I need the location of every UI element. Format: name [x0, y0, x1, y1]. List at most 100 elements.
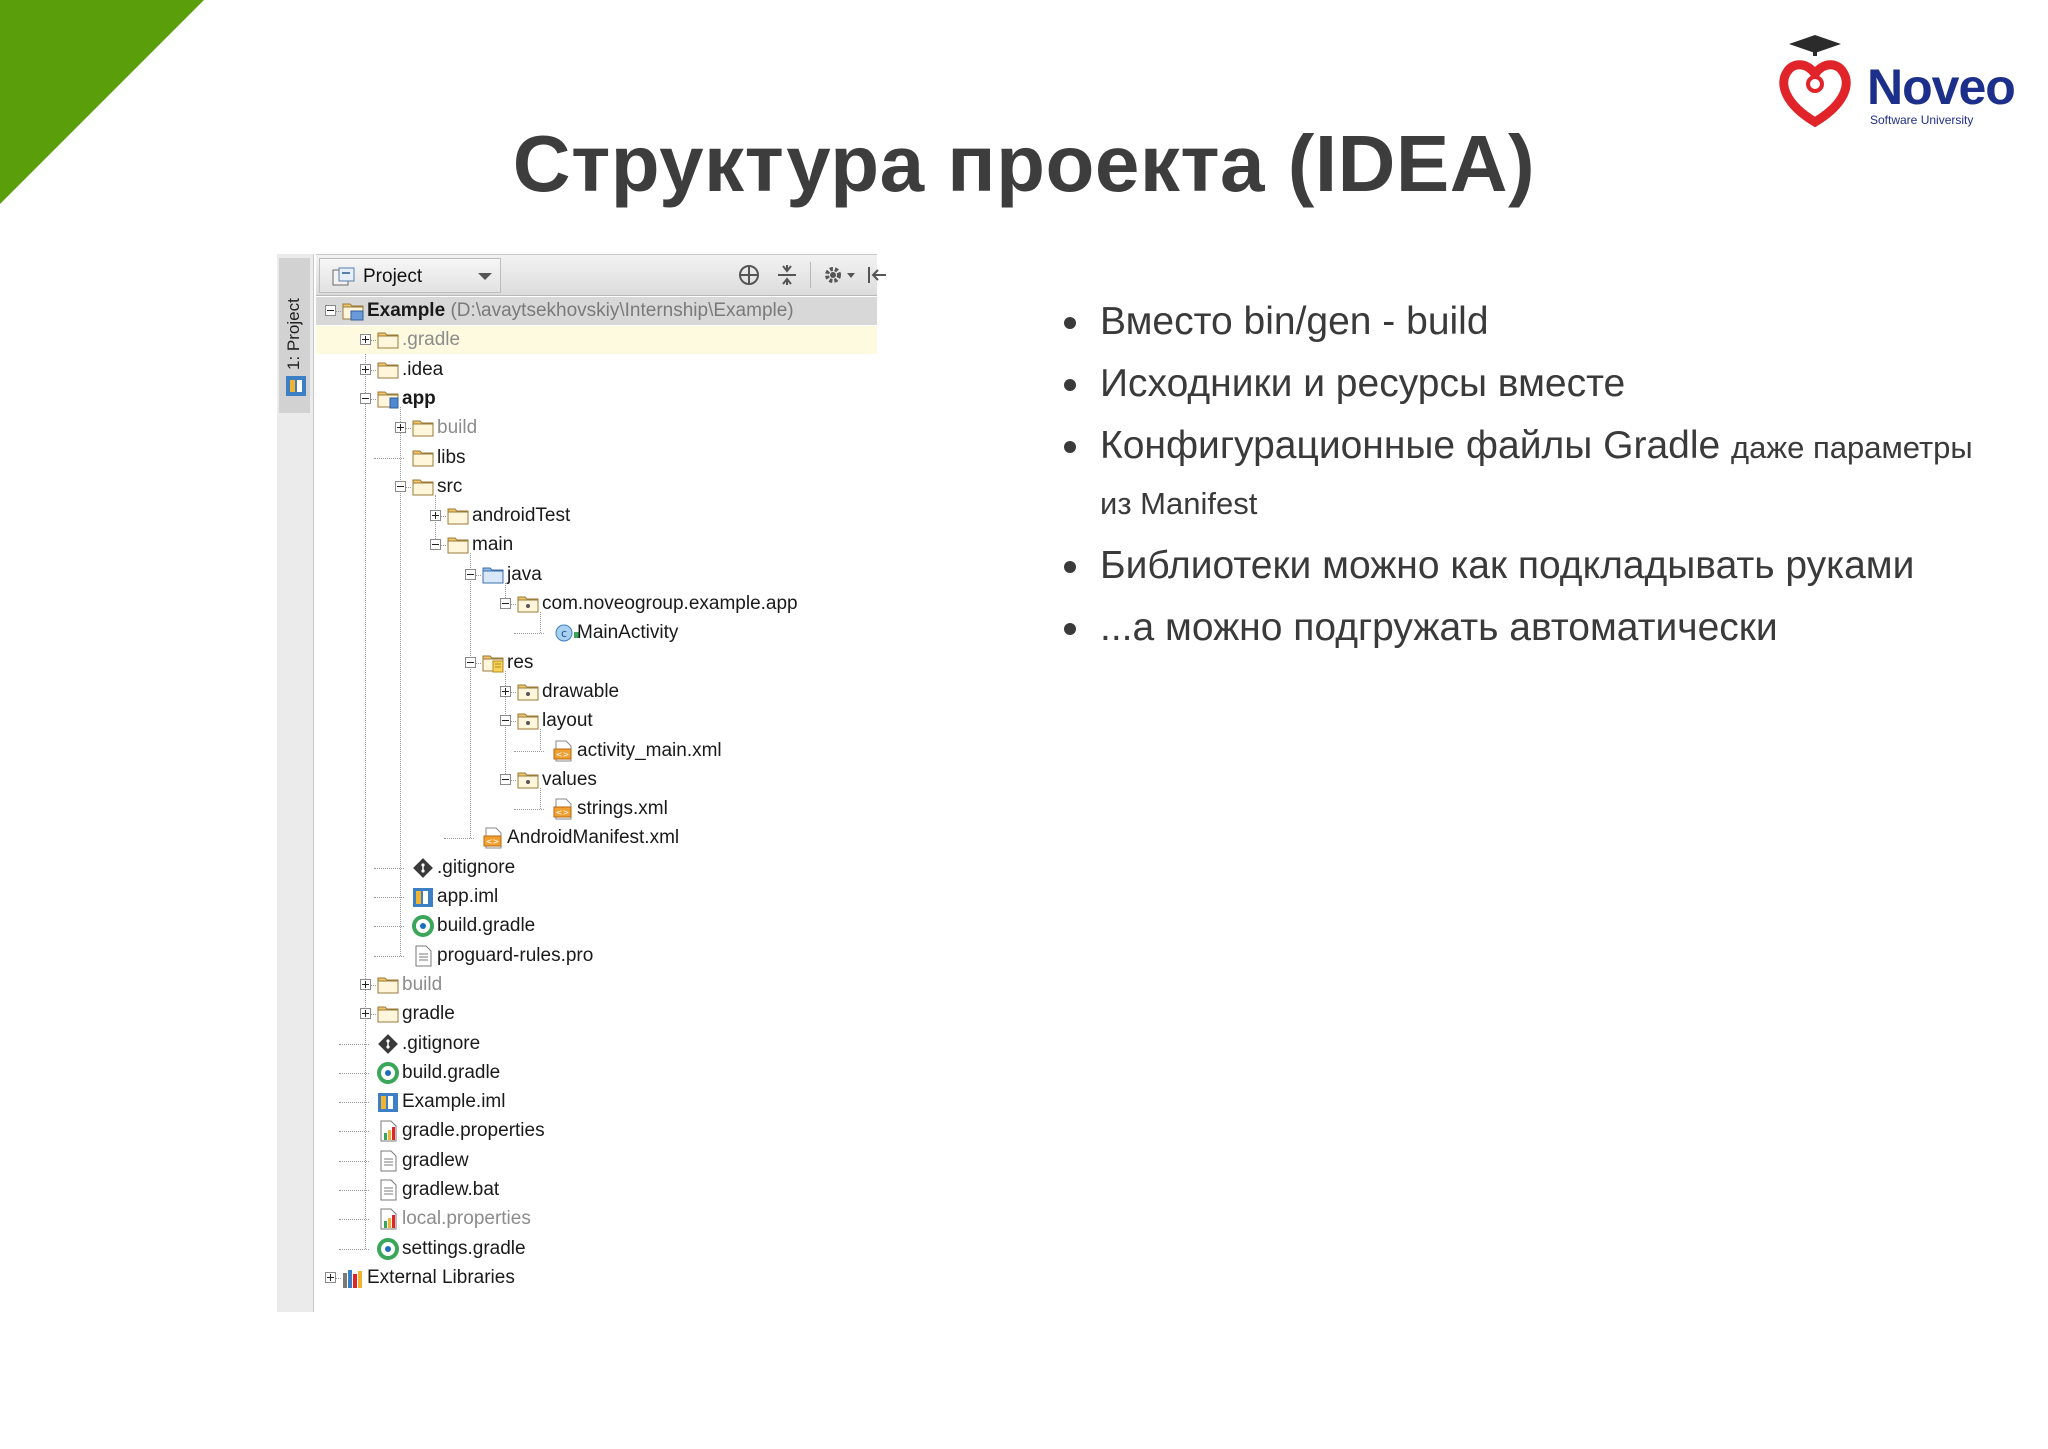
- bullet-list: Вместо bin/gen - build Исходники и ресур…: [1058, 295, 1988, 663]
- gradle-icon: [412, 915, 434, 937]
- tree-node[interactable]: build.gradle: [316, 912, 877, 940]
- tree-node[interactable]: src: [316, 473, 877, 501]
- folder-icon: [377, 1006, 399, 1023]
- tree-node[interactable]: gradlew.bat: [316, 1176, 877, 1204]
- tree-node[interactable]: c MainActivity: [316, 619, 877, 647]
- bullet-item: ...а можно подгружать автоматически: [1058, 601, 1988, 655]
- tree-node-label: main: [472, 534, 514, 555]
- tree-node[interactable]: .gitignore: [316, 1030, 877, 1058]
- tree-node[interactable]: gradlew: [316, 1147, 877, 1175]
- tree-node-label: settings.gradle: [402, 1238, 526, 1259]
- expand-icon[interactable]: [360, 1008, 371, 1019]
- project-toolbar: Project: [316, 254, 886, 296]
- expand-icon[interactable]: [360, 334, 371, 345]
- tree-node[interactable]: values: [316, 766, 877, 794]
- tree-node[interactable]: java: [316, 561, 877, 589]
- expand-icon[interactable]: [430, 510, 441, 521]
- view-selector-label: Project: [363, 266, 423, 287]
- tree-node[interactable]: External Libraries: [316, 1264, 877, 1292]
- tree-node[interactable]: build.gradle: [316, 1059, 877, 1087]
- tree-node-label: build.gradle: [437, 915, 536, 936]
- tree-node[interactable]: .gradle: [316, 326, 877, 354]
- noveo-logo: Noveo Software University: [1775, 32, 2025, 132]
- tree-node[interactable]: androidTest: [316, 502, 877, 530]
- tool-window-stripe: 1: Project: [277, 254, 314, 1312]
- project-tool-tab[interactable]: 1: Project: [279, 258, 310, 413]
- expand-icon[interactable]: [325, 1272, 336, 1283]
- logo-subtitle: Software University: [1870, 113, 1974, 127]
- tree-node[interactable]: Example (D:\avaytsekhovskiy\Internship\E…: [316, 297, 877, 325]
- tree-node[interactable]: main: [316, 531, 877, 559]
- tree-node-label: .gitignore: [402, 1033, 481, 1054]
- git-icon: [378, 1034, 398, 1054]
- package-icon: [517, 596, 539, 613]
- expand-icon[interactable]: [360, 979, 371, 990]
- tree-node-label: MainActivity: [577, 622, 679, 643]
- tree-node[interactable]: build: [316, 971, 877, 999]
- bullet-item: Конфигурационные файлы Gradle даже парам…: [1058, 419, 1988, 531]
- tree-node[interactable]: proguard-rules.pro: [316, 942, 877, 970]
- tree-node-label: .idea: [402, 359, 444, 380]
- collapse-icon[interactable]: [500, 598, 511, 609]
- tree-node[interactable]: .gitignore: [316, 854, 877, 882]
- tree-connector: [374, 926, 404, 927]
- project-tool-tab-label: 1: Project: [284, 298, 303, 370]
- collapse-icon[interactable]: [430, 539, 441, 550]
- tree-node[interactable]: build: [316, 414, 877, 442]
- tree-node[interactable]: app: [316, 385, 877, 413]
- expand-icon[interactable]: [360, 364, 371, 375]
- folder-icon: [377, 332, 399, 349]
- folder-icon: [447, 508, 469, 525]
- settings-icon[interactable]: [821, 263, 857, 287]
- bullet-text: Конфигурационные файлы Gradle: [1100, 424, 1721, 467]
- tree-connector: [374, 458, 404, 459]
- tree-connector: [514, 633, 544, 634]
- collapse-icon[interactable]: [465, 569, 476, 580]
- collapse-icon[interactable]: [500, 774, 511, 785]
- expand-icon[interactable]: [395, 422, 406, 433]
- tree-node[interactable]: drawable: [316, 678, 877, 706]
- folder-icon: [447, 537, 469, 554]
- tree-node-label: androidTest: [472, 505, 571, 526]
- scroll-from-source-icon[interactable]: [736, 263, 762, 287]
- tree-node-label: res: [507, 652, 534, 673]
- tree-node-label: activity_main.xml: [577, 740, 722, 761]
- tree-node[interactable]: settings.gradle: [316, 1235, 877, 1263]
- tree-node[interactable]: layout: [316, 707, 877, 735]
- tree-node[interactable]: gradle: [316, 1000, 877, 1028]
- tree-node[interactable]: .idea: [316, 356, 877, 384]
- collapse-all-icon[interactable]: [774, 263, 800, 287]
- tree-node-label: build: [402, 974, 443, 995]
- project-path: (D:\avaytsekhovskiy\Internship\Example): [450, 300, 794, 321]
- collapse-icon[interactable]: [465, 657, 476, 668]
- expand-icon[interactable]: [500, 686, 511, 697]
- tree-node-label: com.noveogroup.example.app: [542, 593, 798, 614]
- tree-node[interactable]: app.iml: [316, 883, 877, 911]
- bullet-text: Исходники и ресурсы вместе: [1100, 362, 1626, 405]
- collapse-icon[interactable]: [325, 305, 336, 316]
- collapse-icon[interactable]: [395, 481, 406, 492]
- tree-node[interactable]: com.noveogroup.example.app: [316, 590, 877, 618]
- project-folder-icon: [342, 303, 364, 321]
- tree-node-label: libs: [437, 447, 466, 468]
- view-selector-dropdown[interactable]: Project: [319, 258, 501, 293]
- collapse-icon[interactable]: [360, 393, 371, 404]
- hide-icon[interactable]: [864, 263, 890, 287]
- tree-node[interactable]: local.properties: [316, 1205, 877, 1233]
- tree-connector: [374, 868, 404, 869]
- package-icon: [517, 684, 539, 701]
- text-file-icon: [415, 945, 432, 967]
- tree-node[interactable]: res: [316, 649, 877, 677]
- tree-node[interactable]: <> strings.xml: [316, 795, 877, 823]
- folder-icon: [412, 420, 434, 437]
- tree-connector: [514, 809, 544, 810]
- properties-icon: [380, 1120, 397, 1142]
- collapse-icon[interactable]: [500, 715, 511, 726]
- bullet-item: Вместо bin/gen - build: [1058, 295, 1988, 349]
- tree-node[interactable]: Example.iml: [316, 1088, 877, 1116]
- tree-node[interactable]: <> activity_main.xml: [316, 737, 877, 765]
- tree-node[interactable]: <> AndroidManifest.xml: [316, 824, 877, 852]
- tree-node[interactable]: gradle.properties: [316, 1117, 877, 1145]
- gradle-icon: [377, 1238, 399, 1260]
- tree-node[interactable]: libs: [316, 444, 877, 472]
